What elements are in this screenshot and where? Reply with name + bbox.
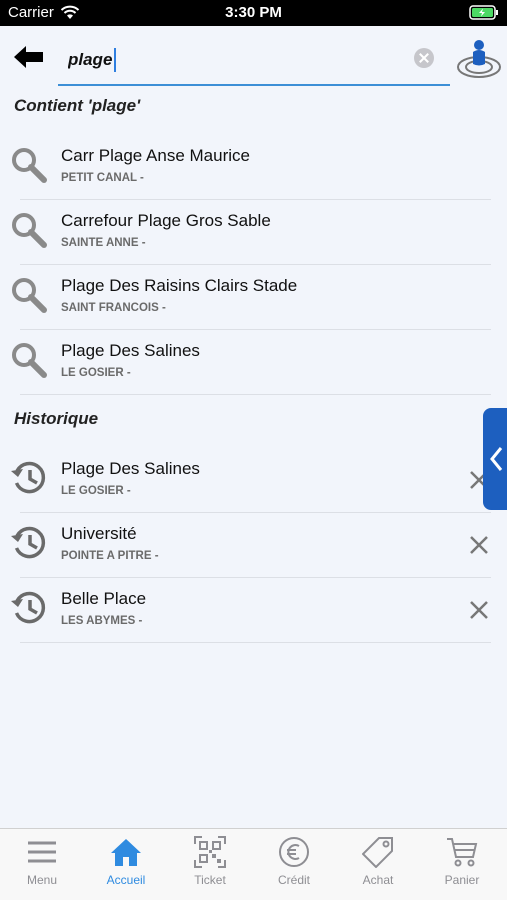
item-city: SAINTE ANNE - <box>61 237 146 249</box>
euro-icon <box>279 837 309 867</box>
search-field[interactable] <box>58 38 450 86</box>
search-icon <box>10 341 48 379</box>
item-city: POINTE A PITRE - <box>61 550 159 562</box>
history-item[interactable]: Plage Des Salines LE GOSIER - <box>0 449 507 513</box>
side-drawer-handle[interactable] <box>483 408 507 510</box>
item-city: SAINT FRANCOIS - <box>61 302 166 314</box>
history-icon <box>10 524 48 562</box>
tab-accueil[interactable]: Accueil <box>84 829 168 900</box>
tab-achat[interactable]: Achat <box>336 829 420 900</box>
tab-label: Ticket <box>194 873 226 887</box>
tab-label: Crédit <box>277 873 310 887</box>
item-name: Plage Des Salines <box>61 459 200 478</box>
cart-icon <box>447 838 478 867</box>
item-name: Université <box>61 524 137 543</box>
item-city: LES ABYMES - <box>61 615 143 627</box>
section-title-history: Historique <box>14 409 99 428</box>
divider <box>20 642 491 643</box>
qr-code-icon <box>194 836 226 868</box>
search-header <box>0 26 507 90</box>
search-icon <box>10 211 48 249</box>
text-caret <box>114 48 116 72</box>
result-item[interactable]: Carr Plage Anse Maurice PETIT CANAL - <box>0 136 507 200</box>
home-icon <box>111 839 141 866</box>
tab-label: Panier <box>444 873 480 887</box>
battery-icon <box>469 5 499 25</box>
history-item[interactable]: Université POINTE A PITRE - <box>0 514 507 578</box>
item-city: PETIT CANAL - <box>61 172 144 184</box>
result-item[interactable]: Plage Des Raisins Clairs Stade SAINT FRA… <box>0 266 507 330</box>
tab-ticket[interactable]: Ticket <box>168 829 252 900</box>
tag-icon <box>362 837 393 868</box>
item-name: Carrefour Plage Gros Sable <box>61 211 271 230</box>
item-name: Plage Des Raisins Clairs Stade <box>61 276 298 295</box>
chevron-left-icon <box>490 447 503 471</box>
search-input[interactable] <box>68 46 398 74</box>
delete-icon[interactable] <box>468 534 490 556</box>
result-item[interactable]: Carrefour Plage Gros Sable SAINTE ANNE - <box>0 201 507 265</box>
result-item[interactable]: Plage Des Salines LE GOSIER - <box>0 331 507 395</box>
delete-icon[interactable] <box>468 599 490 621</box>
tab-label: Achat <box>362 873 394 887</box>
item-name: Carr Plage Anse Maurice <box>61 146 250 165</box>
clear-search-icon[interactable] <box>414 48 434 68</box>
item-city: LE GOSIER - <box>61 485 131 497</box>
clock: 3:30 PM <box>225 4 282 21</box>
item-name: Plage Des Salines <box>61 341 200 360</box>
divider <box>20 394 491 395</box>
divider <box>20 329 491 330</box>
divider <box>20 199 491 200</box>
divider <box>20 512 491 513</box>
search-icon <box>10 276 48 314</box>
tab-panier[interactable]: Panier <box>420 829 504 900</box>
back-arrow-icon[interactable] <box>12 44 46 70</box>
history-item[interactable]: Belle Place LES ABYMES - <box>0 579 507 643</box>
divider <box>20 577 491 578</box>
divider <box>20 264 491 265</box>
history-icon <box>10 589 48 627</box>
item-name: Belle Place <box>61 589 147 608</box>
tab-label: Menu <box>26 873 58 887</box>
tab-label: Accueil <box>106 873 146 887</box>
search-icon <box>10 146 48 184</box>
status-bar: Carrier 3:30 PM <box>0 0 507 26</box>
tab-bar: Menu Accueil Ticket Crédit Achat Panier <box>0 828 507 900</box>
history-icon <box>10 459 48 497</box>
item-city: LE GOSIER - <box>61 367 131 379</box>
tab-menu[interactable]: Menu <box>0 829 84 900</box>
tab-credit[interactable]: Crédit <box>252 829 336 900</box>
locate-me-icon[interactable] <box>455 36 503 80</box>
menu-icon <box>28 841 56 863</box>
section-title-results: Contient 'plage' <box>14 96 141 115</box>
